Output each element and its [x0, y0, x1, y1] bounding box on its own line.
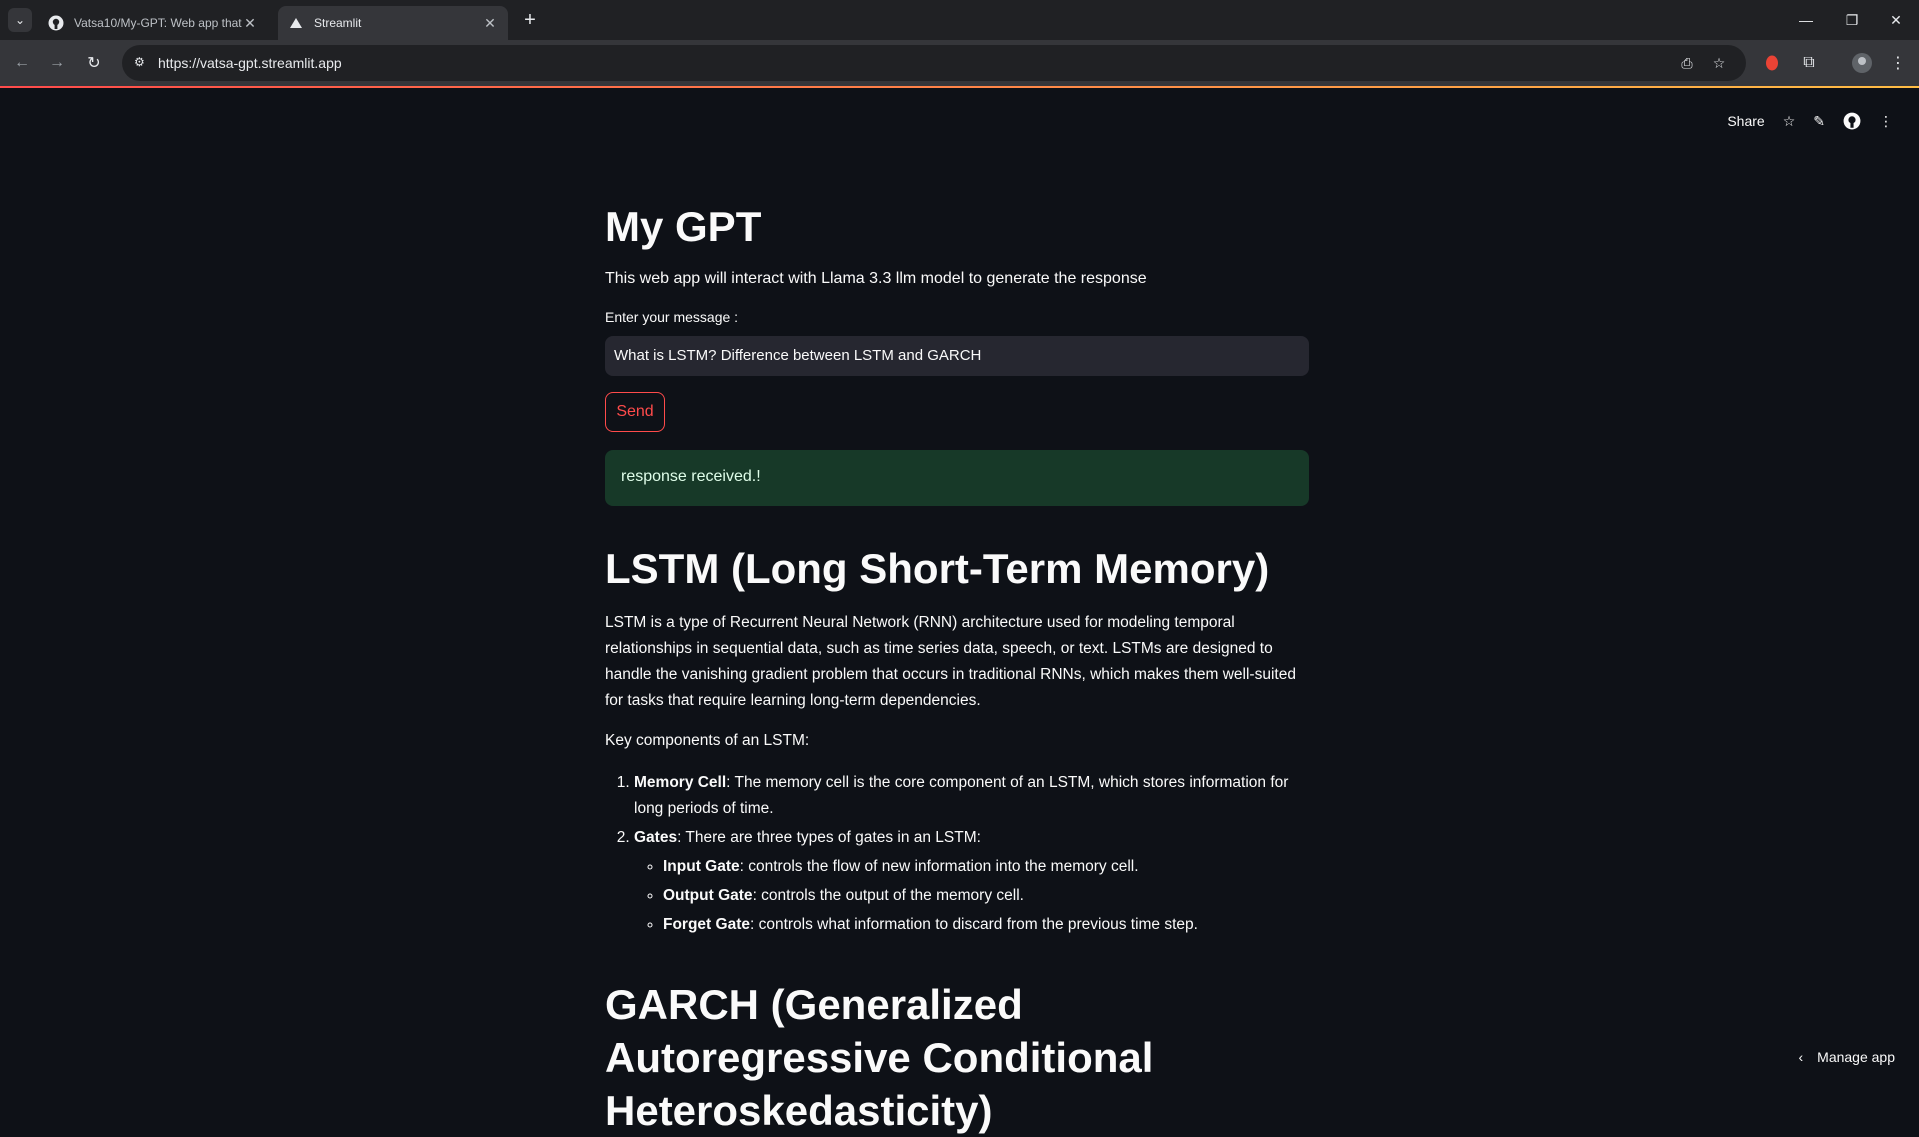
github-icon[interactable] — [1843, 112, 1861, 130]
list-item: Input Gate: controls the flow of new inf… — [663, 854, 1309, 880]
reload-icon[interactable]: ↻ — [82, 51, 106, 75]
component-term: Memory Cell — [634, 774, 726, 791]
address-bar[interactable]: ⚙ https://vatsa-gpt.streamlit.app ⎙ ☆ — [122, 45, 1746, 81]
components-list: Memory Cell: The memory cell is the core… — [605, 770, 1309, 938]
bookmark-star-icon[interactable]: ☆ — [1710, 54, 1728, 72]
list-item: Gates: There are three types of gates in… — [634, 825, 1309, 938]
page-title: My GPT — [605, 200, 1309, 254]
close-window-icon[interactable]: ✕ — [1873, 0, 1919, 40]
tab-strip: ⌄ Vatsa10/My-GPT: Web app that ✕ Streaml… — [0, 0, 1919, 40]
main-content: My GPT This web app will interact with L… — [605, 200, 1309, 1137]
list-item: Memory Cell: The memory cell is the core… — [634, 770, 1309, 822]
edit-pencil-icon[interactable]: ✎ — [1813, 113, 1825, 130]
github-icon — [48, 15, 64, 31]
new-tab-icon[interactable]: + — [520, 8, 540, 32]
key-components-intro: Key components of an LSTM: — [605, 730, 1309, 752]
install-app-icon[interactable]: ⎙ — [1678, 54, 1696, 72]
component-text: : There are three types of gates in an L… — [677, 829, 981, 846]
restore-icon[interactable]: ❐ — [1829, 0, 1875, 40]
streamlit-decoration-bar — [0, 86, 1919, 88]
gate-term: Forget Gate — [663, 916, 750, 933]
tab-github[interactable]: Vatsa10/My-GPT: Web app that ✕ — [38, 6, 268, 40]
gate-term: Input Gate — [663, 858, 740, 875]
gate-text: : controls what information to discard f… — [750, 916, 1198, 933]
back-icon[interactable]: ← — [10, 51, 34, 75]
manage-app-label: Manage app — [1817, 1049, 1895, 1065]
success-alert: response received.! — [605, 450, 1309, 506]
forward-icon[interactable]: → — [45, 51, 69, 75]
browser-chrome: ⌄ Vatsa10/My-GPT: Web app that ✕ Streaml… — [0, 0, 1919, 88]
gate-text: : controls the output of the memory cell… — [753, 887, 1024, 904]
tab-streamlit[interactable]: Streamlit ✕ — [278, 6, 508, 40]
chevron-left-icon: ‹ — [1798, 1049, 1803, 1065]
lstm-paragraph: LSTM is a type of Recurrent Neural Netwo… — [605, 610, 1309, 714]
star-icon[interactable]: ☆ — [1783, 113, 1796, 130]
list-item: Forget Gate: controls what information t… — [663, 912, 1309, 938]
gate-text: : controls the flow of new information i… — [740, 858, 1139, 875]
browser-toolbar: ← → ↻ ⚙ https://vatsa-gpt.streamlit.app … — [0, 40, 1919, 86]
message-input[interactable]: What is LSTM? Difference between LSTM an… — [605, 336, 1309, 376]
garch-heading: GARCH (Generalized Autoregressive Condit… — [605, 978, 1309, 1137]
tab-title: Vatsa10/My-GPT: Web app that — [74, 16, 242, 30]
share-button[interactable]: Share — [1727, 113, 1764, 129]
tab-search-chevron-icon[interactable]: ⌄ — [8, 8, 32, 32]
app-menu-icon[interactable]: ⋮ — [1879, 113, 1893, 130]
extension-red-icon[interactable] — [1760, 51, 1784, 75]
app-subtitle: This web app will interact with Llama 3.… — [605, 268, 1309, 290]
site-settings-icon[interactable]: ⚙ — [134, 55, 150, 71]
list-item: Output Gate: controls the output of the … — [663, 883, 1309, 909]
gates-list: Input Gate: controls the flow of new inf… — [634, 854, 1309, 938]
browser-menu-icon[interactable]: ⋮ — [1886, 51, 1910, 75]
streamlit-icon — [288, 15, 304, 31]
streamlit-header-actions: Share ☆ ✎ ⋮ — [1727, 112, 1893, 130]
extensions-puzzle-icon[interactable]: ⧉ — [1797, 51, 1821, 75]
url-text: https://vatsa-gpt.streamlit.app — [158, 55, 342, 71]
component-text: : The memory cell is the core component … — [634, 774, 1288, 817]
close-tab-icon[interactable]: ✕ — [242, 15, 258, 31]
profile-avatar-icon[interactable] — [1850, 51, 1874, 75]
lstm-heading: LSTM (Long Short-Term Memory) — [605, 542, 1309, 596]
message-input-label: Enter your message : — [605, 308, 1309, 326]
gate-term: Output Gate — [663, 887, 753, 904]
manage-app-button[interactable]: ‹ Manage app — [1798, 1049, 1895, 1065]
minimize-icon[interactable]: — — [1783, 0, 1829, 40]
tab-title: Streamlit — [314, 16, 482, 30]
close-tab-icon[interactable]: ✕ — [482, 15, 498, 31]
component-term: Gates — [634, 829, 677, 846]
send-button[interactable]: Send — [605, 392, 665, 432]
